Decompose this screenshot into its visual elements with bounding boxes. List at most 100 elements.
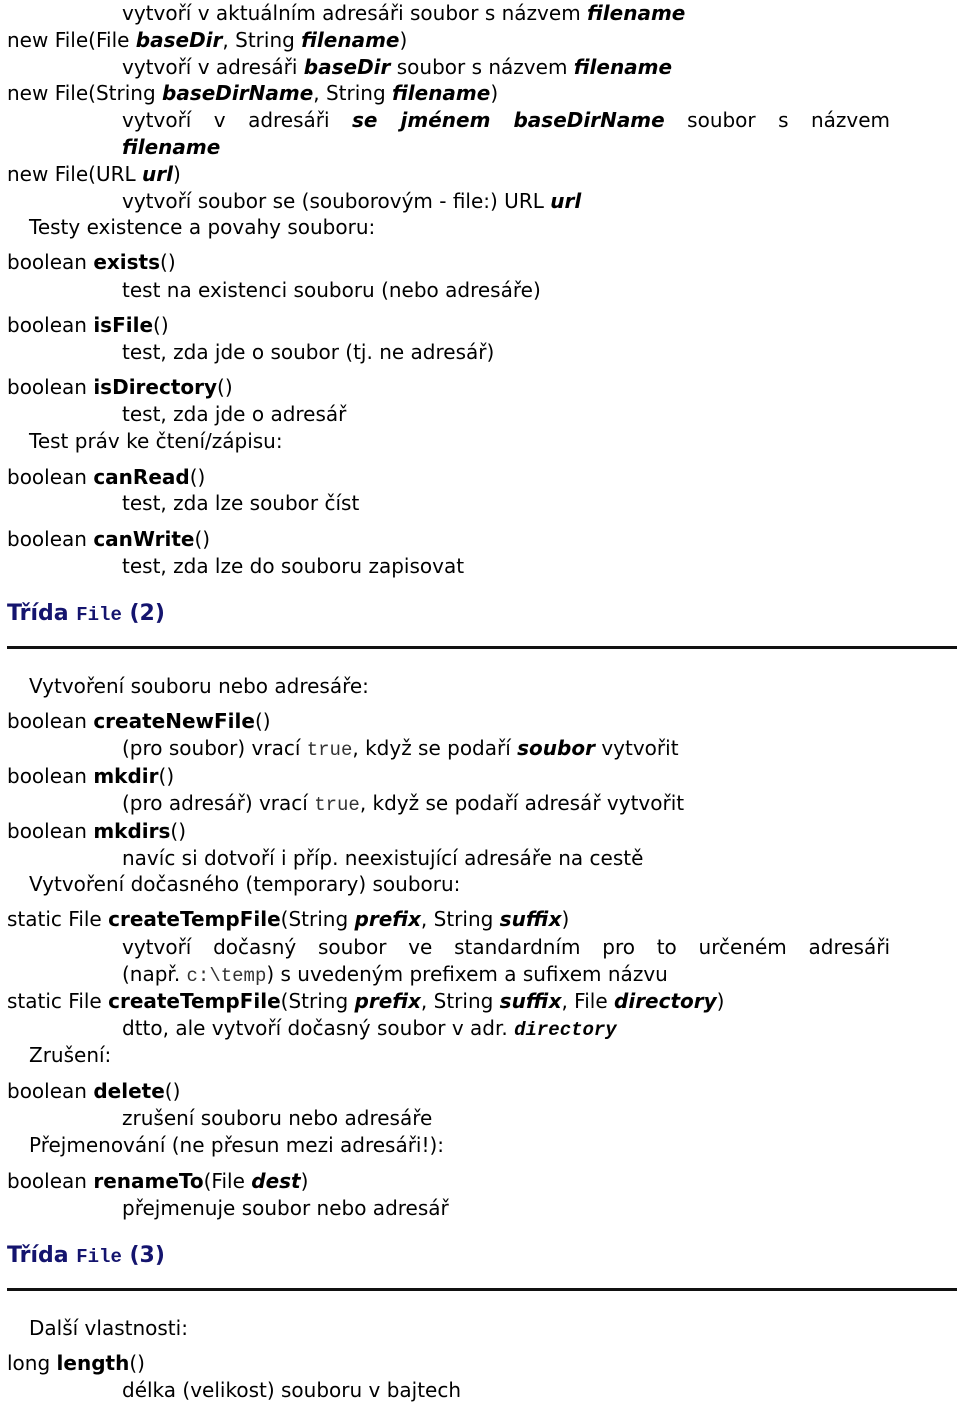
section-title-3: Třída File (3) bbox=[7, 1242, 165, 1271]
sig-text: (File bbox=[203, 1169, 252, 1193]
param-name: prefix bbox=[354, 907, 421, 931]
method-desc: zrušení souboru nebo adresáře bbox=[122, 1106, 433, 1130]
method-mkdir: boolean mkdir() bbox=[7, 763, 174, 789]
sig-text: () bbox=[189, 465, 206, 489]
param-name: url bbox=[550, 189, 582, 213]
desc-text: vytvoří v adresáři bbox=[122, 55, 304, 79]
method-desc: vytvoří dočasný soubor ve standardním pr… bbox=[122, 934, 890, 960]
return-type: boolean bbox=[7, 375, 94, 399]
param-name: baseDirName bbox=[162, 81, 314, 105]
sig-text: , String bbox=[313, 81, 393, 105]
sig-text: (String bbox=[280, 907, 355, 931]
method-delete: boolean delete() bbox=[7, 1078, 180, 1104]
desc-text: vytvoří dočasný soubor ve standardním pr… bbox=[122, 935, 890, 959]
method-name: isDirectory bbox=[93, 375, 218, 399]
desc-text: vytvoří v adresáři bbox=[122, 108, 353, 132]
method-createtempfile-dir: static File createTempFile(String prefix… bbox=[7, 988, 724, 1014]
param-name: se jménem baseDirName bbox=[352, 108, 665, 132]
method-mkdirs: boolean mkdirs() bbox=[7, 818, 186, 844]
sig-text: () bbox=[158, 764, 175, 788]
method-desc: test, zda jde o soubor (tj. ne adresář) bbox=[122, 340, 495, 364]
method-name: length bbox=[56, 1351, 130, 1375]
subheading-create: Vytvoření souboru nebo adresáře: bbox=[29, 674, 369, 698]
method-length: long length() bbox=[7, 1350, 145, 1376]
sig-text: () bbox=[153, 313, 169, 337]
sig-text: () bbox=[217, 375, 233, 399]
method-desc: délka (velikost) souboru v bajtech bbox=[122, 1378, 462, 1402]
code-literal: true bbox=[314, 794, 360, 816]
param-name: dest bbox=[251, 1169, 301, 1193]
title-text: Třída bbox=[7, 1243, 77, 1268]
method-desc: dtto, ale vytvoří dočasný soubor v adr. … bbox=[122, 1015, 617, 1043]
sig-text: new File(URL bbox=[7, 162, 142, 186]
method-name: mkdir bbox=[93, 764, 159, 788]
code-literal: directory bbox=[514, 1019, 617, 1041]
method-name: createNewFile bbox=[93, 709, 255, 733]
method-name: canWrite bbox=[93, 527, 195, 551]
subheading-other: Další vlastnosti: bbox=[29, 1316, 188, 1340]
param-name: filename bbox=[573, 55, 673, 79]
return-type: boolean bbox=[7, 465, 94, 489]
section-title-2: Třída File (2) bbox=[7, 600, 165, 629]
desc-text: (např. bbox=[122, 962, 187, 986]
section-divider bbox=[7, 646, 957, 649]
subheading-temp: Vytvoření dočasného (temporary) souboru: bbox=[29, 872, 461, 896]
method-desc: (pro adresář) vrací true, když se podaří… bbox=[122, 790, 684, 818]
subheading-delete: Zrušení: bbox=[29, 1043, 112, 1067]
sig-text: , String bbox=[420, 907, 500, 931]
method-desc: navíc si dotvoří i příp. neexistující ad… bbox=[122, 846, 644, 870]
return-type: long bbox=[7, 1351, 57, 1375]
constructor-desc-basedirname: vytvoří v adresáři se jménem baseDirName… bbox=[122, 107, 890, 133]
param-name: filename bbox=[122, 135, 221, 159]
method-exists: boolean exists() bbox=[7, 249, 176, 275]
param-name: baseDir bbox=[135, 28, 223, 52]
return-type: boolean bbox=[7, 764, 94, 788]
method-name: exists bbox=[93, 250, 161, 274]
param-name: suffix bbox=[499, 989, 562, 1013]
param-name: directory bbox=[614, 989, 717, 1013]
sig-text: ) bbox=[490, 81, 499, 105]
sig-text: , File bbox=[561, 989, 615, 1013]
method-canread: boolean canRead() bbox=[7, 464, 205, 490]
desc-text: soubor s názvem bbox=[390, 55, 574, 79]
method-desc: test, zda lze soubor číst bbox=[122, 491, 360, 515]
title-text: (3) bbox=[121, 1243, 165, 1268]
title-text: Třída bbox=[7, 601, 77, 626]
return-type: boolean bbox=[7, 250, 94, 274]
desc-text: ) s uvedeným prefixem a sufixem názvu bbox=[266, 962, 668, 986]
method-desc: (pro soubor) vrací true, když se podaří … bbox=[122, 735, 679, 763]
method-name: isFile bbox=[93, 313, 154, 337]
desc-text: , když se podaří adresář vytvořit bbox=[359, 791, 685, 815]
sig-text: () bbox=[160, 250, 176, 274]
method-name: createTempFile bbox=[108, 907, 281, 931]
constructor-signature-basedir: new File(File baseDir, String filename) bbox=[7, 27, 407, 53]
method-desc: přejmenuje soubor nebo adresář bbox=[122, 1196, 449, 1220]
method-isfile: boolean isFile() bbox=[7, 312, 169, 338]
return-type: boolean bbox=[7, 313, 94, 337]
subheading-existence: Testy existence a povahy souboru: bbox=[29, 215, 376, 239]
section-divider bbox=[7, 1288, 957, 1291]
sig-text: ) bbox=[399, 28, 408, 52]
method-name: renameTo bbox=[93, 1169, 204, 1193]
desc-text: soubor s názvem bbox=[664, 108, 890, 132]
sig-text: () bbox=[164, 1079, 181, 1103]
sig-text: ) bbox=[172, 162, 181, 186]
return-type: boolean bbox=[7, 527, 94, 551]
title-code: File bbox=[76, 604, 122, 626]
method-renameto: boolean renameTo(File dest) bbox=[7, 1168, 308, 1194]
return-type: boolean bbox=[7, 709, 94, 733]
code-literal: true bbox=[306, 739, 353, 761]
method-desc: (např. c:\temp) s uvedeným prefixem a su… bbox=[122, 961, 668, 989]
sig-text: () bbox=[254, 709, 271, 733]
param-name: url bbox=[142, 162, 173, 186]
method-canwrite: boolean canWrite() bbox=[7, 526, 210, 552]
param-name: suffix bbox=[499, 907, 562, 931]
method-name: mkdirs bbox=[93, 819, 171, 843]
return-type: boolean bbox=[7, 1079, 94, 1103]
return-type: boolean bbox=[7, 1169, 94, 1193]
constructor-desc-filename: vytvoří v aktuálním adresáři soubor s ná… bbox=[122, 0, 685, 26]
param-name: filename bbox=[301, 28, 400, 52]
desc-text: vytvoří v aktuálním adresáři soubor s ná… bbox=[122, 1, 588, 25]
desc-text: vytvořit bbox=[594, 736, 679, 760]
param-name: filename bbox=[392, 81, 491, 105]
